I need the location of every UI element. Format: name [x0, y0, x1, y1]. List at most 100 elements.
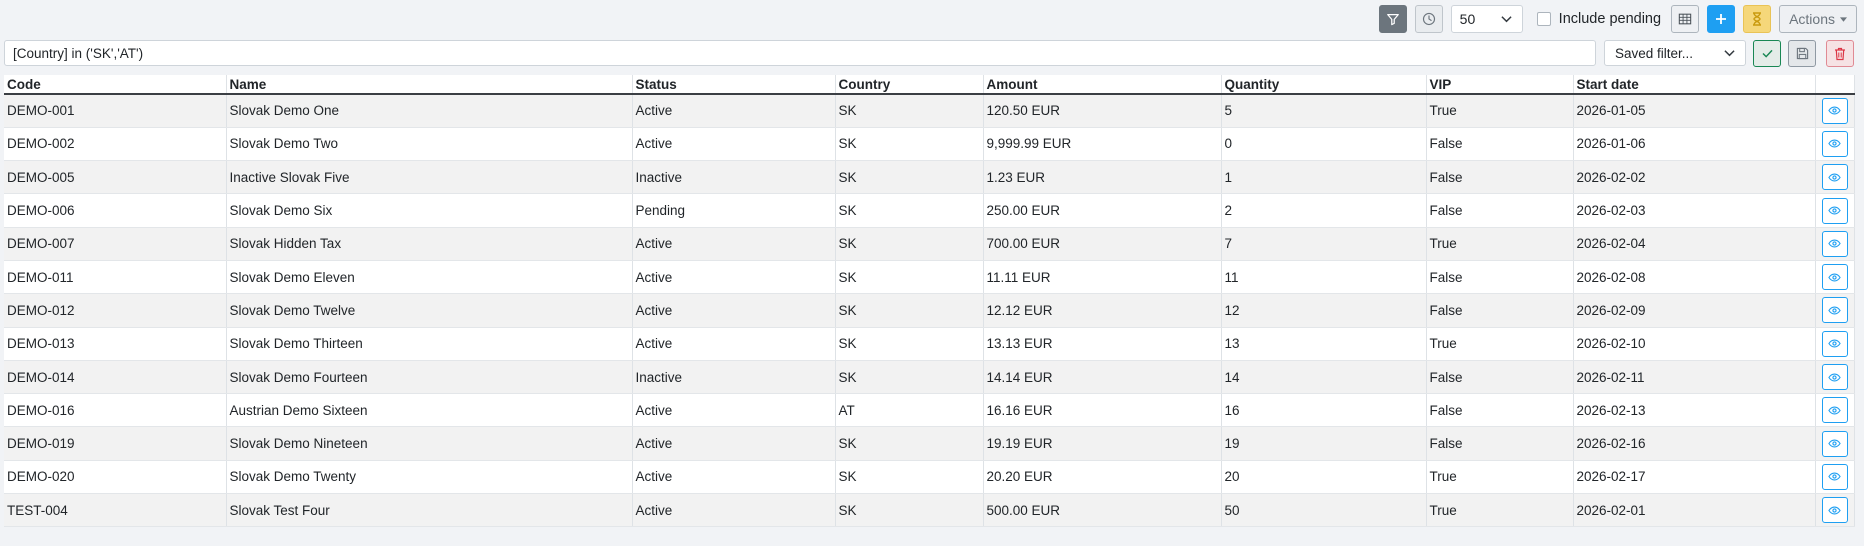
cell-vip: False	[1426, 393, 1574, 428]
include-pending-label[interactable]: Include pending	[1559, 11, 1661, 27]
column-header-amount[interactable]: Amount	[983, 75, 1222, 95]
cell-start-date: 2026-02-09	[1573, 293, 1816, 328]
cell-quantity: 5	[1221, 94, 1427, 128]
cell-status: Active	[632, 127, 836, 162]
table-row[interactable]: DEMO-005 Inactive Slovak Five Inactive SK 1.…	[4, 160, 1855, 195]
table-row[interactable]: DEMO-002 Slovak Demo Two Active SK 9,999.99 …	[4, 127, 1855, 162]
view-row-button[interactable]	[1821, 330, 1848, 357]
eye-icon	[1828, 373, 1841, 382]
table-row[interactable]: DEMO-001 Slovak Demo One Active SK 120.50 EU…	[4, 94, 1855, 128]
cell-start-date: 2026-02-13	[1573, 393, 1816, 428]
cell-country: SK	[835, 460, 984, 495]
cell-status: Active	[632, 493, 836, 528]
history-button[interactable]	[1414, 5, 1443, 33]
filter-expression-input[interactable]: [Country] in ('SK','AT')	[4, 40, 1596, 66]
cell-actions	[1815, 393, 1855, 428]
column-header-country[interactable]: Country	[835, 75, 984, 95]
floppy-icon	[1796, 47, 1808, 60]
cell-quantity: 16	[1221, 393, 1427, 428]
view-row-button[interactable]	[1821, 97, 1848, 124]
include-pending-checkbox[interactable]	[1536, 12, 1551, 26]
table-row[interactable]: DEMO-020 Slovak Demo Twenty Active SK 20.20 …	[4, 460, 1855, 495]
cell-country: SK	[835, 94, 984, 128]
table-row[interactable]: DEMO-019 Slovak Demo Nineteen Active SK 19.1…	[4, 426, 1855, 461]
cell-status: Active	[632, 327, 836, 361]
table-row[interactable]: DEMO-014 Slovak Demo Fourteen Inactive SK 14…	[4, 360, 1855, 395]
cell-vip: False	[1426, 160, 1574, 195]
table-row[interactable]: DEMO-012 Slovak Demo Twelve Active SK 12.12 …	[4, 293, 1855, 328]
cell-vip: True	[1426, 94, 1574, 128]
hourglass-icon	[1753, 12, 1762, 26]
eye-icon	[1828, 239, 1841, 248]
cell-country: SK	[835, 227, 984, 261]
view-row-button[interactable]	[1821, 297, 1848, 324]
table-row[interactable]: DEMO-011 Slovak Demo Eleven Active SK 11.11 …	[4, 260, 1855, 295]
apply-filter-button[interactable]	[1753, 40, 1781, 67]
eye-icon	[1828, 306, 1841, 315]
cell-vip: True	[1426, 460, 1574, 495]
view-row-button[interactable]	[1821, 230, 1848, 257]
pending-button[interactable]	[1743, 5, 1772, 33]
cell-country: SK	[835, 260, 984, 295]
table-icon	[1678, 13, 1692, 25]
cell-actions	[1815, 293, 1855, 328]
view-row-button[interactable]	[1821, 164, 1848, 191]
cell-code: DEMO-011	[4, 260, 227, 295]
view-row-button[interactable]	[1821, 197, 1848, 224]
column-header-start-date[interactable]: Start date	[1573, 75, 1816, 95]
column-header-quantity[interactable]: Quantity	[1221, 75, 1427, 95]
view-row-button[interactable]	[1821, 264, 1848, 291]
table-row[interactable]: DEMO-016 Austrian Demo Sixteen Active AT 16.…	[4, 393, 1855, 428]
delete-filter-button[interactable]	[1826, 40, 1854, 67]
chevron-down-icon	[1501, 16, 1512, 23]
column-header-name[interactable]: Name	[226, 75, 633, 95]
cell-quantity: 2	[1221, 193, 1427, 228]
cell-amount: 120.50 EUR	[983, 94, 1222, 128]
cell-name: Slovak Demo Nineteen	[226, 426, 633, 461]
eye-icon	[1828, 206, 1841, 215]
cell-status: Active	[632, 227, 836, 261]
cell-quantity: 20	[1221, 460, 1427, 495]
view-row-button[interactable]	[1821, 364, 1848, 391]
cell-status: Active	[632, 260, 836, 295]
cell-code: DEMO-013	[4, 327, 227, 361]
actions-dropdown-button[interactable]: Actions	[1779, 5, 1857, 33]
table-row[interactable]: DEMO-013 Slovak Demo Thirteen Active SK 13.1…	[4, 327, 1855, 361]
cell-amount: 12.12 EUR	[983, 293, 1222, 328]
view-row-button[interactable]	[1821, 430, 1848, 457]
cell-code: DEMO-001	[4, 94, 227, 128]
cell-vip: False	[1426, 293, 1574, 328]
column-header-vip[interactable]: VIP	[1426, 75, 1574, 95]
eye-icon	[1828, 106, 1841, 115]
table-view-button[interactable]	[1671, 5, 1700, 33]
cell-vip: True	[1426, 327, 1574, 361]
add-button[interactable]	[1707, 5, 1736, 33]
cell-vip: False	[1426, 260, 1574, 295]
view-row-button[interactable]	[1821, 497, 1848, 524]
view-row-button[interactable]	[1821, 463, 1848, 490]
column-header-status[interactable]: Status	[632, 75, 836, 95]
cell-country: SK	[835, 327, 984, 361]
cell-country: AT	[835, 393, 984, 428]
view-row-button[interactable]	[1821, 397, 1848, 424]
cell-name: Slovak Demo Six	[226, 193, 633, 228]
saved-filter-select[interactable]: Saved filter...	[1604, 40, 1746, 66]
page-size-select[interactable]: 50	[1450, 5, 1523, 33]
clock-icon	[1422, 12, 1435, 26]
cell-name: Slovak Demo Twelve	[226, 293, 633, 328]
table-row[interactable]: DEMO-006 Slovak Demo Six Pending SK 250.00 E…	[4, 193, 1855, 228]
cell-amount: 9,999.99 EUR	[983, 127, 1222, 162]
table-row[interactable]: TEST-004 Slovak Test Four Active SK 500.00 E…	[4, 493, 1855, 528]
include-pending-control[interactable]: Include pending	[1536, 11, 1661, 27]
save-filter-button[interactable]	[1788, 40, 1816, 67]
cell-country: SK	[835, 193, 984, 228]
cell-actions	[1815, 360, 1855, 395]
column-header-code[interactable]: Code	[4, 75, 227, 95]
cell-quantity: 11	[1221, 260, 1427, 295]
table-row[interactable]: DEMO-007 Slovak Hidden Tax Active SK 700.00 …	[4, 227, 1855, 261]
view-row-button[interactable]	[1821, 130, 1848, 157]
cell-code: DEMO-020	[4, 460, 227, 495]
eye-icon	[1828, 406, 1841, 415]
filter-toggle-button[interactable]	[1378, 5, 1407, 33]
eye-icon	[1828, 439, 1841, 448]
